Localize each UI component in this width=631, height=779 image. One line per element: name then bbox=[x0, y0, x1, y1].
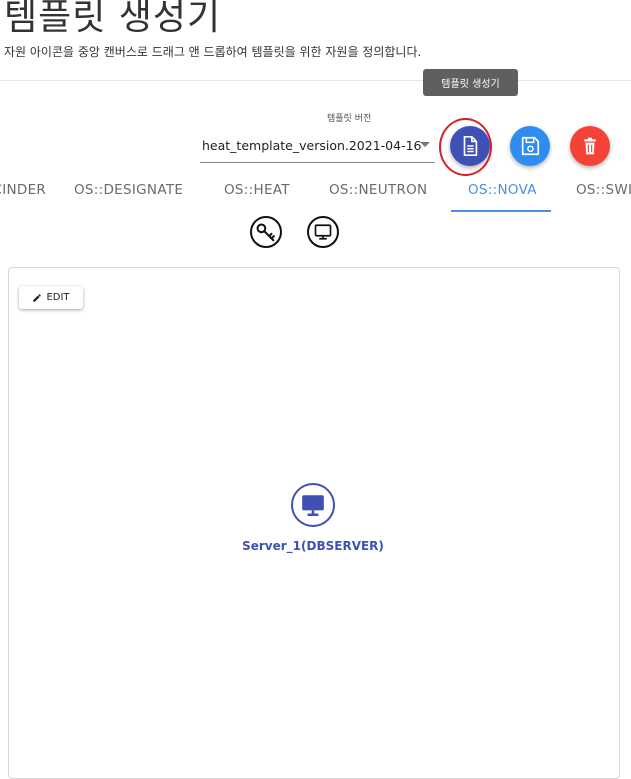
edit-button-label: EDIT bbox=[46, 292, 70, 303]
edit-button[interactable]: EDIT bbox=[19, 286, 83, 309]
tab-os-designate[interactable]: OS::DESIGNATE bbox=[74, 168, 183, 212]
monitor-icon bbox=[302, 495, 324, 517]
dropdown-caret-icon bbox=[420, 142, 430, 147]
trash-icon bbox=[584, 137, 596, 155]
template-canvas[interactable]: EDIT Server_1(DBSERVER) bbox=[8, 267, 620, 779]
template-generator-tooltip: 템플릿 생성기 bbox=[423, 69, 518, 96]
server-resource-button[interactable] bbox=[307, 216, 339, 248]
template-version-select[interactable]: heat_template_version.2021-04-16 bbox=[200, 128, 435, 163]
header-divider bbox=[0, 80, 631, 81]
tab-os-heat[interactable]: OS::HEAT bbox=[224, 168, 290, 212]
floppy-disk-icon bbox=[521, 136, 540, 156]
key-icon bbox=[256, 223, 275, 242]
page-title: 템플릿 생성기 bbox=[4, 0, 222, 38]
tab-os-nova[interactable]: OS::NOVA bbox=[468, 168, 537, 212]
server-node-icon bbox=[291, 483, 335, 527]
page-description: 자원 아이콘을 중앙 캔버스로 드래그 앤 드롭하여 템플릿을 위한 자원을 정… bbox=[4, 45, 422, 59]
resource-tabs: OS::CINDER OS::DESIGNATE OS::HEAT OS::NE… bbox=[0, 168, 631, 212]
generate-template-button[interactable] bbox=[450, 126, 490, 166]
template-version-value: heat_template_version.2021-04-16 bbox=[202, 138, 422, 153]
monitor-icon bbox=[314, 224, 332, 240]
pencil-icon bbox=[33, 293, 42, 302]
tab-os-cinder[interactable]: OS::CINDER bbox=[0, 168, 46, 212]
save-template-button[interactable] bbox=[510, 126, 550, 166]
key-resource-button[interactable] bbox=[250, 216, 282, 248]
active-tab-indicator bbox=[451, 210, 551, 212]
template-version-label: 템플릿 버전 bbox=[327, 114, 372, 124]
server-node[interactable]: Server_1(DBSERVER) bbox=[223, 483, 403, 563]
server-node-label: Server_1(DBSERVER) bbox=[242, 539, 384, 553]
tab-os-neutron[interactable]: OS::NEUTRON bbox=[329, 168, 427, 212]
tab-os-swift[interactable]: OS::SWIFT bbox=[576, 168, 631, 212]
document-icon bbox=[463, 136, 478, 156]
delete-template-button[interactable] bbox=[570, 126, 610, 166]
